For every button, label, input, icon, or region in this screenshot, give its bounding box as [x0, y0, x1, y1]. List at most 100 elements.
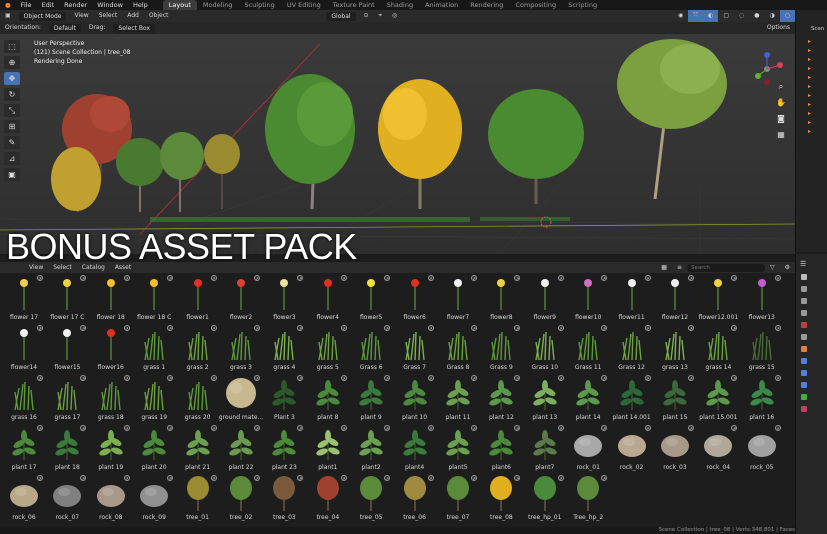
- editor-type-icon[interactable]: ▣: [0, 10, 16, 22]
- view-layer-props-icon[interactable]: [801, 310, 807, 316]
- tab-compositing[interactable]: Compositing: [509, 0, 562, 10]
- menu-file[interactable]: File: [16, 0, 37, 10]
- asset-item[interactable]: ↗ plant 14: [568, 374, 608, 424]
- asset-item[interactable]: ↗ Grass 11: [568, 324, 608, 374]
- shading-material-icon[interactable]: ◑: [765, 10, 780, 22]
- 3d-viewport[interactable]: User Perspective (121) Scene Collection …: [0, 34, 795, 254]
- asset-item[interactable]: ↗ plant 16: [742, 374, 782, 424]
- collection-item-icon[interactable]: ▸: [808, 92, 826, 101]
- asset-item[interactable]: ↗ rock_09: [134, 474, 174, 524]
- asset-item[interactable]: ↗ flower11: [612, 274, 652, 324]
- asset-item[interactable]: ↗ grass 18: [91, 374, 131, 424]
- menu-window[interactable]: Window: [92, 0, 128, 10]
- tab-texture-paint[interactable]: Texture Paint: [327, 0, 381, 10]
- asset-item[interactable]: ↗ tree_04: [308, 474, 348, 524]
- tab-modeling[interactable]: Modeling: [197, 0, 239, 10]
- asset-item[interactable]: ↗ Grass 12: [612, 324, 652, 374]
- collection-item-icon[interactable]: ▸: [808, 38, 826, 47]
- asset-item[interactable]: ↗ plant 18: [47, 424, 87, 474]
- grid-view-icon[interactable]: ▦: [776, 130, 786, 140]
- asset-item[interactable]: ↗ Grass 10: [525, 324, 565, 374]
- asset-item[interactable]: ↗ plant 13: [525, 374, 565, 424]
- cursor-tool-icon[interactable]: ⊕: [4, 56, 20, 69]
- menu-edit[interactable]: Edit: [37, 0, 60, 10]
- collection-item-icon[interactable]: ▸: [808, 101, 826, 110]
- menu-view[interactable]: View: [69, 10, 93, 22]
- scale-tool-icon[interactable]: ⤡: [4, 104, 20, 117]
- asset-item[interactable]: ↗ plant2: [351, 424, 391, 474]
- properties-menu-icon[interactable]: ☰: [800, 260, 827, 268]
- asset-item[interactable]: ↗ Grass 6: [351, 324, 391, 374]
- asset-item[interactable]: ↗ plant1: [308, 424, 348, 474]
- output-props-icon[interactable]: [801, 298, 807, 304]
- asset-item[interactable]: ↗ tree_02: [221, 474, 261, 524]
- shading-solid-icon[interactable]: ●: [749, 10, 764, 22]
- asset-item[interactable]: ↗ tree_03: [264, 474, 304, 524]
- asset-item[interactable]: ↗ Grass 8: [438, 324, 478, 374]
- asset-item[interactable]: ↗ plant 19: [91, 424, 131, 474]
- add-cube-tool-icon[interactable]: ▣: [4, 168, 20, 181]
- asset-item[interactable]: ↗ grass 1: [134, 324, 174, 374]
- overlay-toggle-icon[interactable]: ◐: [703, 10, 719, 22]
- asset-item[interactable]: ↗ plant 17: [4, 424, 44, 474]
- tool-props-icon[interactable]: [801, 274, 807, 280]
- asset-item[interactable]: ↗ plant 15.001: [698, 374, 738, 424]
- asset-item[interactable]: ↗ grass 19: [134, 374, 174, 424]
- asset-item[interactable]: ↗ grass 2: [178, 324, 218, 374]
- asset-item[interactable]: ↗ grass 16: [4, 374, 44, 424]
- asset-item[interactable]: ↗ flower 17 C: [47, 274, 87, 324]
- asset-item[interactable]: ↗ rock_07: [47, 474, 87, 524]
- asset-item[interactable]: ↗ flower3: [264, 274, 304, 324]
- tab-animation[interactable]: Animation: [419, 0, 464, 10]
- physics-props-icon[interactable]: [801, 382, 807, 388]
- asset-item[interactable]: ↗ flower2: [221, 274, 261, 324]
- asset-item[interactable]: ↗ grass 13: [655, 324, 695, 374]
- asset-item[interactable]: ↗ plant 22: [221, 424, 261, 474]
- transform-tool-icon[interactable]: ⊞: [4, 120, 20, 133]
- asset-item[interactable]: ↗ Grass 9: [481, 324, 521, 374]
- tab-rendering[interactable]: Rendering: [464, 0, 509, 10]
- asset-item[interactable]: ↗ ground mate...: [219, 374, 263, 424]
- menu-object[interactable]: Object: [144, 10, 174, 22]
- collection-item-icon[interactable]: ▸: [808, 128, 826, 137]
- orientation-dropdown[interactable]: Default: [48, 23, 81, 33]
- menu-ab-catalog[interactable]: Catalog: [77, 262, 110, 274]
- menu-ab-view[interactable]: View: [24, 262, 48, 274]
- asset-item[interactable]: ↗ flower5: [351, 274, 391, 324]
- tab-scripting[interactable]: Scripting: [562, 0, 603, 10]
- render-props-icon[interactable]: [801, 286, 807, 292]
- asset-item[interactable]: ↗ plant 20: [134, 424, 174, 474]
- tab-uv-editing[interactable]: UV Editing: [281, 0, 327, 10]
- asset-item[interactable]: ↗ plant6: [481, 424, 521, 474]
- visibility-icon[interactable]: ◉: [673, 10, 688, 22]
- object-props-icon[interactable]: [801, 346, 807, 352]
- asset-item[interactable]: ↗ plant 15: [655, 374, 695, 424]
- asset-item[interactable]: ↗ grass 17: [47, 374, 87, 424]
- asset-item[interactable]: ↗ grass 4: [264, 324, 304, 374]
- asset-item[interactable]: ↗ flower9: [525, 274, 565, 324]
- asset-item[interactable]: ↗ rock_01: [568, 424, 608, 474]
- asset-item[interactable]: ↗ tree_08: [481, 474, 521, 524]
- gizmo-toggle-icon[interactable]: ⤧: [688, 10, 704, 22]
- asset-item[interactable]: ↗ grass 14: [698, 324, 738, 374]
- navigation-gizmo[interactable]: [750, 52, 784, 86]
- collection-item-icon[interactable]: ▸: [808, 47, 826, 56]
- proportional-edit-icon[interactable]: ◎: [387, 10, 402, 22]
- settings-gear-icon[interactable]: ⚙: [780, 262, 795, 274]
- asset-item[interactable]: ↗ plant 10: [395, 374, 435, 424]
- tab-layout[interactable]: Layout: [162, 0, 197, 10]
- asset-item[interactable]: ↗ plant 14.001: [612, 374, 652, 424]
- asset-item[interactable]: ↗ grass 5: [308, 324, 348, 374]
- asset-item[interactable]: ↗ flower4: [308, 274, 348, 324]
- asset-item[interactable]: ↗ grass 20: [178, 374, 218, 424]
- asset-item[interactable]: ↗ flower13: [742, 274, 782, 324]
- scene-props-icon[interactable]: [801, 322, 807, 328]
- asset-item[interactable]: ↗ flower6: [395, 274, 435, 324]
- asset-item[interactable]: ↗ plant 11: [438, 374, 478, 424]
- display-mode-icon[interactable]: ▦: [656, 262, 672, 274]
- asset-item[interactable]: ↗ flower10: [568, 274, 608, 324]
- asset-item[interactable]: ↗ rock_06: [4, 474, 44, 524]
- tab-shading[interactable]: Shading: [381, 0, 419, 10]
- asset-item[interactable]: ↗ tree_05: [351, 474, 391, 524]
- collection-item-icon[interactable]: ▸: [808, 56, 826, 65]
